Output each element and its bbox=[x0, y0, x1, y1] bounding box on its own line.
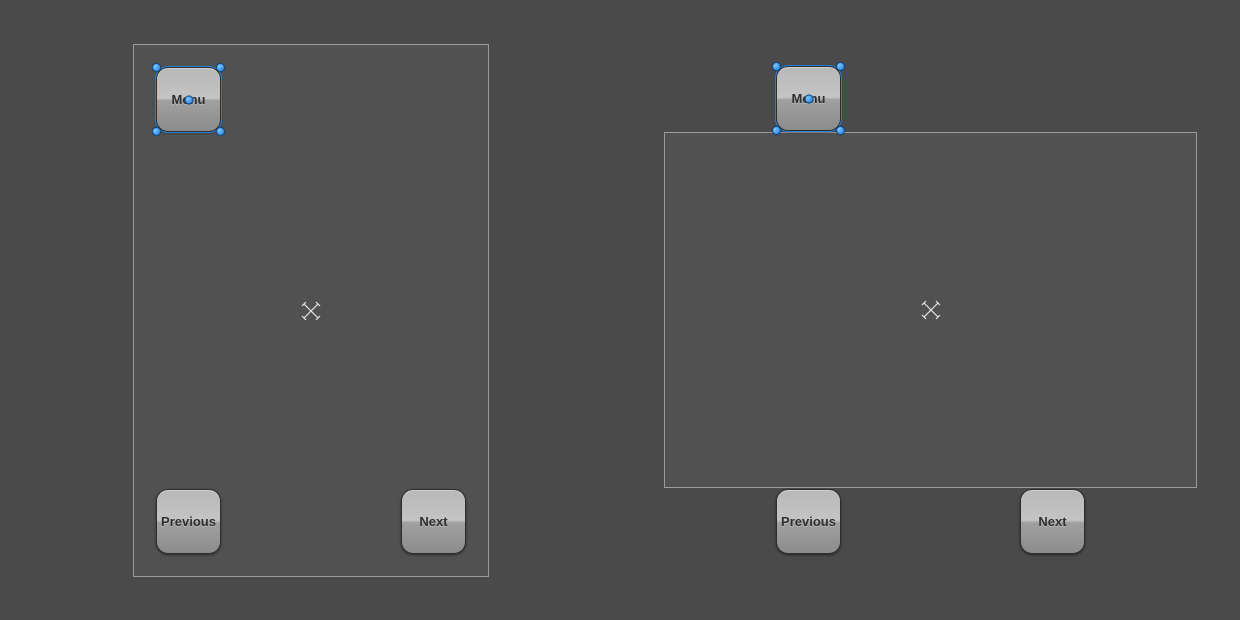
selection-handle-br[interactable] bbox=[836, 126, 845, 135]
next-button-landscape[interactable]: Next bbox=[1020, 489, 1085, 554]
selection-handle-tr[interactable] bbox=[216, 63, 225, 72]
previous-button-label: Previous bbox=[781, 514, 836, 529]
selection-handle-tl[interactable] bbox=[772, 62, 781, 71]
selection-handle-br[interactable] bbox=[216, 127, 225, 136]
scene-center-marker-icon bbox=[920, 299, 942, 321]
previous-button[interactable]: Previous bbox=[156, 489, 221, 554]
next-button-label: Next bbox=[1038, 514, 1066, 529]
next-button[interactable]: Next bbox=[401, 489, 466, 554]
previous-button-label: Previous bbox=[161, 514, 216, 529]
selection-handle-bl[interactable] bbox=[772, 126, 781, 135]
selection-handle-center[interactable] bbox=[184, 95, 193, 104]
scene-portrait[interactable]: Menu Previous Next bbox=[133, 44, 489, 577]
selection-handle-tl[interactable] bbox=[152, 63, 161, 72]
scene-center-marker-icon bbox=[300, 300, 322, 322]
previous-button-landscape[interactable]: Previous bbox=[776, 489, 841, 554]
selection-handle-tr[interactable] bbox=[836, 62, 845, 71]
menu-button-landscape[interactable]: Menu bbox=[776, 66, 841, 131]
selection-handle-center[interactable] bbox=[804, 94, 813, 103]
selection-handle-bl[interactable] bbox=[152, 127, 161, 136]
next-button-label: Next bbox=[419, 514, 447, 529]
menu-button[interactable]: Menu bbox=[156, 67, 221, 132]
scene-landscape[interactable] bbox=[664, 132, 1197, 488]
